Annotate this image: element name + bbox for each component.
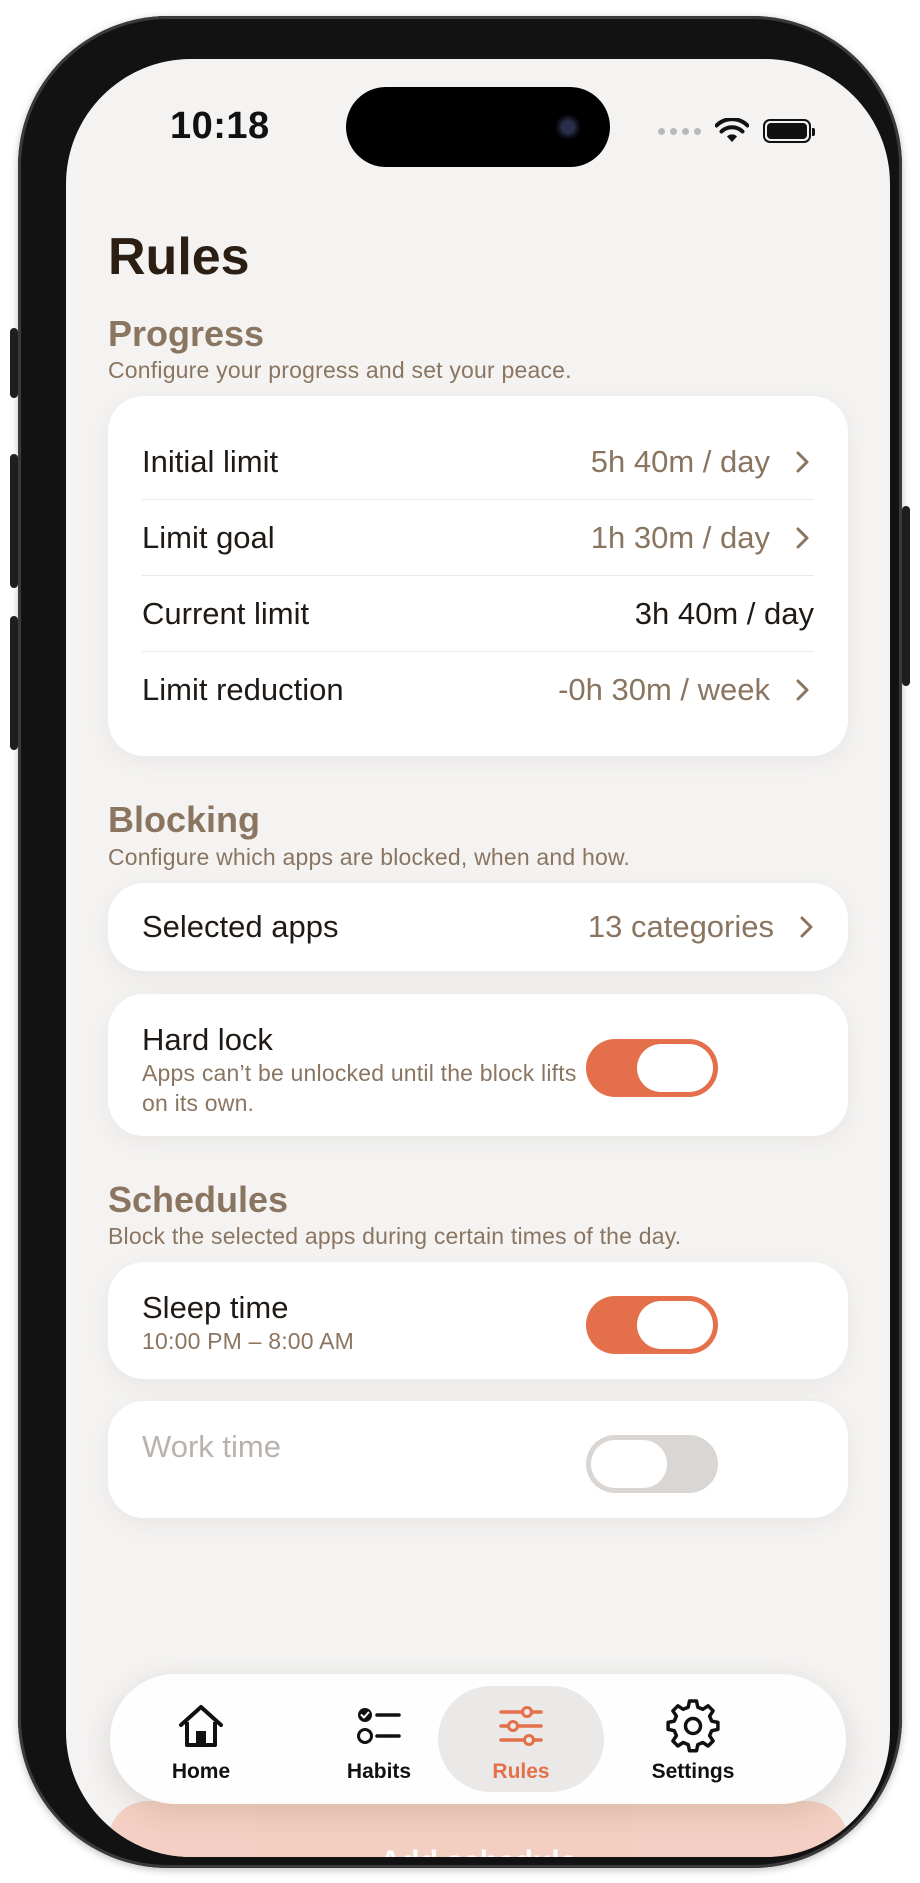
tab-label: Habits (346, 1760, 412, 1783)
hard-lock-toggle[interactable] (586, 1039, 718, 1097)
gear-icon (666, 1699, 720, 1753)
toggle-knob (591, 1440, 667, 1488)
work-time-toggle[interactable] (586, 1435, 718, 1493)
progress-section-subtitle: Configure your progress and set your pea… (108, 357, 572, 383)
toggle-knob (637, 1301, 713, 1349)
volume-up-button (10, 454, 18, 588)
sleep-time-card[interactable]: Sleep time 10:00 PM – 8:00 AM (108, 1262, 848, 1379)
progress-card: Initial limit 5h 40m / day Limit goal 1h… (108, 396, 848, 756)
tab-label: Home (171, 1760, 231, 1783)
screen: 10:18 Rules Progress Configure your prog… (66, 59, 890, 1857)
row-label: Initial limit (142, 443, 279, 479)
row-value: 3h 40m / day (634, 595, 814, 631)
hard-lock-card: Hard lock Apps can’t be unlocked until t… (108, 994, 848, 1136)
toggle-knob (637, 1044, 713, 1092)
row-label: Limit reduction (142, 671, 344, 707)
progress-section-title: Progress (108, 313, 265, 354)
row-label: Current limit (142, 595, 310, 631)
tab-settings[interactable]: Settings (610, 1686, 776, 1792)
tab-rules[interactable]: Rules (438, 1686, 604, 1792)
status-icons (658, 111, 815, 151)
sliders-icon (499, 1706, 543, 1746)
work-time-title: Work time (142, 1429, 281, 1464)
sleep-time-title: Sleep time (142, 1290, 289, 1325)
blocking-section-subtitle: Configure which apps are blocked, when a… (108, 844, 631, 870)
schedules-section-title: Schedules (108, 1179, 289, 1220)
wifi-icon (715, 118, 749, 142)
status-time: 10:18 (170, 105, 270, 147)
dynamic-island (346, 87, 610, 167)
signal-dots-icon (658, 127, 701, 135)
hard-lock-description: Apps can’t be unlocked until the block l… (142, 1060, 577, 1116)
schedules-section-subtitle: Block the selected apps during certain t… (108, 1223, 682, 1249)
chevron-right-icon (796, 451, 809, 472)
tab-home[interactable]: Home (118, 1686, 284, 1792)
add-schedule-label: Add schedule (380, 1845, 577, 1857)
work-time-card[interactable]: Work time (108, 1401, 848, 1518)
page-title: Rules (108, 228, 250, 286)
chevron-right-icon (796, 679, 809, 700)
camera-icon (556, 115, 580, 139)
home-icon (179, 1705, 223, 1747)
tab-label: Settings (651, 1760, 735, 1783)
row-label: Selected apps (142, 909, 339, 944)
phone-frame: 10:18 Rules Progress Configure your prog… (10, 16, 910, 1868)
chevron-right-icon (800, 916, 813, 938)
volume-down-button (10, 616, 18, 750)
tab-bar: Home Habits Rules Settings (110, 1674, 846, 1804)
tab-label: Rules (492, 1760, 550, 1783)
row-value: -0h 30m / week (558, 671, 770, 707)
blocking-section-title: Blocking (108, 799, 261, 840)
row-value: 5h 40m / day (590, 443, 770, 479)
chevron-right-icon (796, 527, 809, 548)
power-button (902, 506, 910, 686)
hard-lock-title: Hard lock (142, 1022, 273, 1057)
sleep-time-toggle[interactable] (586, 1296, 718, 1354)
habits-list-icon (357, 1708, 401, 1744)
row-label: Limit goal (142, 519, 275, 555)
row-value: 1h 30m / day (590, 519, 770, 555)
sleep-time-range: 10:00 PM – 8:00 AM (142, 1328, 355, 1354)
selected-apps-card[interactable]: Selected apps 13 categories (108, 883, 848, 971)
row-value: 13 categories (587, 909, 774, 944)
selected-apps-row[interactable]: Selected apps 13 categories (142, 883, 818, 971)
add-schedule-button[interactable]: Add schedule (108, 1801, 848, 1857)
battery-icon (763, 119, 815, 143)
limit-reduction-row[interactable]: Limit reduction -0h 30m / week (142, 644, 814, 735)
mute-switch (10, 328, 18, 398)
